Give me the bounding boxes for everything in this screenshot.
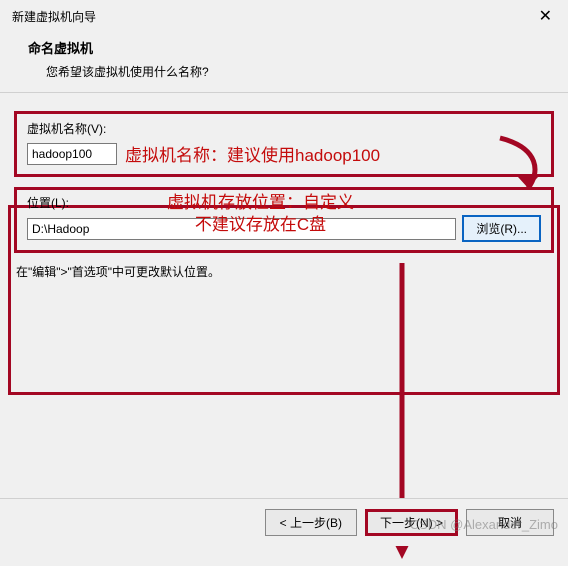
next-button[interactable]: 下一步(N) > [365,509,458,536]
location-annotation-2: 不建议存放在C盘 [167,214,354,236]
vm-name-annotation: 虚拟机名称：建议使用hadoop100 [125,141,380,166]
cancel-button[interactable]: 取消 [466,509,554,536]
wizard-header: 命名虚拟机 您希望该虚拟机使用什么名称? [0,30,568,92]
window-title: 新建虚拟机向导 [12,8,96,25]
close-icon[interactable]: ✕ [535,6,556,26]
vm-name-input[interactable] [27,143,117,165]
browse-button[interactable]: 浏览(R)... [462,215,541,242]
back-button[interactable]: < 上一步(B) [265,509,357,536]
location-annotation-1: 虚拟机存放位置：自定义 [167,192,354,214]
location-group: 虚拟机存放位置：自定义 不建议存放在C盘 位置(L): 浏览(R)... [14,187,554,253]
default-location-hint: 在"编辑">"首选项"中可更改默认位置。 [14,263,554,280]
page-subtitle: 您希望该虚拟机使用什么名称? [28,63,548,80]
page-title: 命名虚拟机 [28,38,548,57]
wizard-footer: < 上一步(B) 下一步(N) > 取消 [0,498,568,546]
vm-name-group: 虚拟机名称(V): 虚拟机名称：建议使用hadoop100 [14,111,554,177]
vm-name-label: 虚拟机名称(V): [27,120,541,137]
